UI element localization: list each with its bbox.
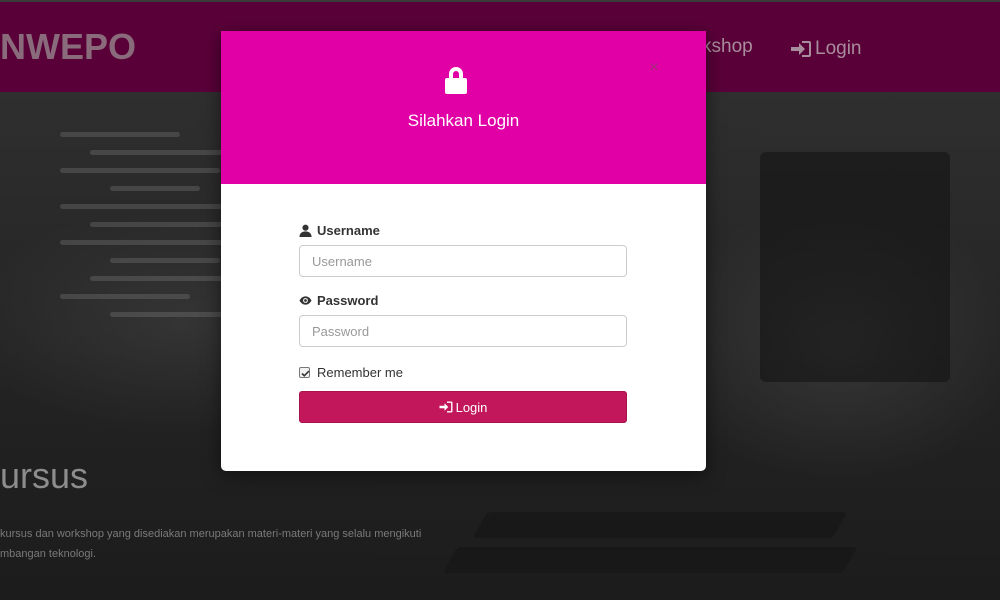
remember-me-checkbox[interactable] — [299, 366, 310, 378]
password-input[interactable] — [299, 315, 627, 347]
login-form: Username Password Remember me — [299, 221, 627, 423]
modal-header: Silahkan Login × — [221, 31, 706, 184]
password-label-text: Password — [317, 292, 379, 308]
password-label: Password — [299, 291, 627, 309]
login-modal: Silahkan Login × Username Password — [221, 31, 706, 471]
username-label-text: Username — [317, 222, 380, 238]
username-input[interactable] — [299, 245, 627, 277]
modal-title: Silahkan Login — [407, 111, 520, 130]
check-icon — [301, 369, 310, 377]
sign-in-icon — [439, 401, 453, 413]
login-button-label: Login — [455, 399, 488, 415]
remember-me[interactable]: Remember me — [299, 363, 627, 381]
username-label: Username — [299, 221, 627, 239]
close-button[interactable]: × — [645, 59, 663, 77]
remember-me-label: Remember me — [317, 364, 403, 380]
user-icon — [299, 224, 312, 237]
lock-icon — [445, 67, 467, 94]
eye-icon — [299, 295, 312, 305]
login-button[interactable]: Login — [299, 391, 627, 423]
